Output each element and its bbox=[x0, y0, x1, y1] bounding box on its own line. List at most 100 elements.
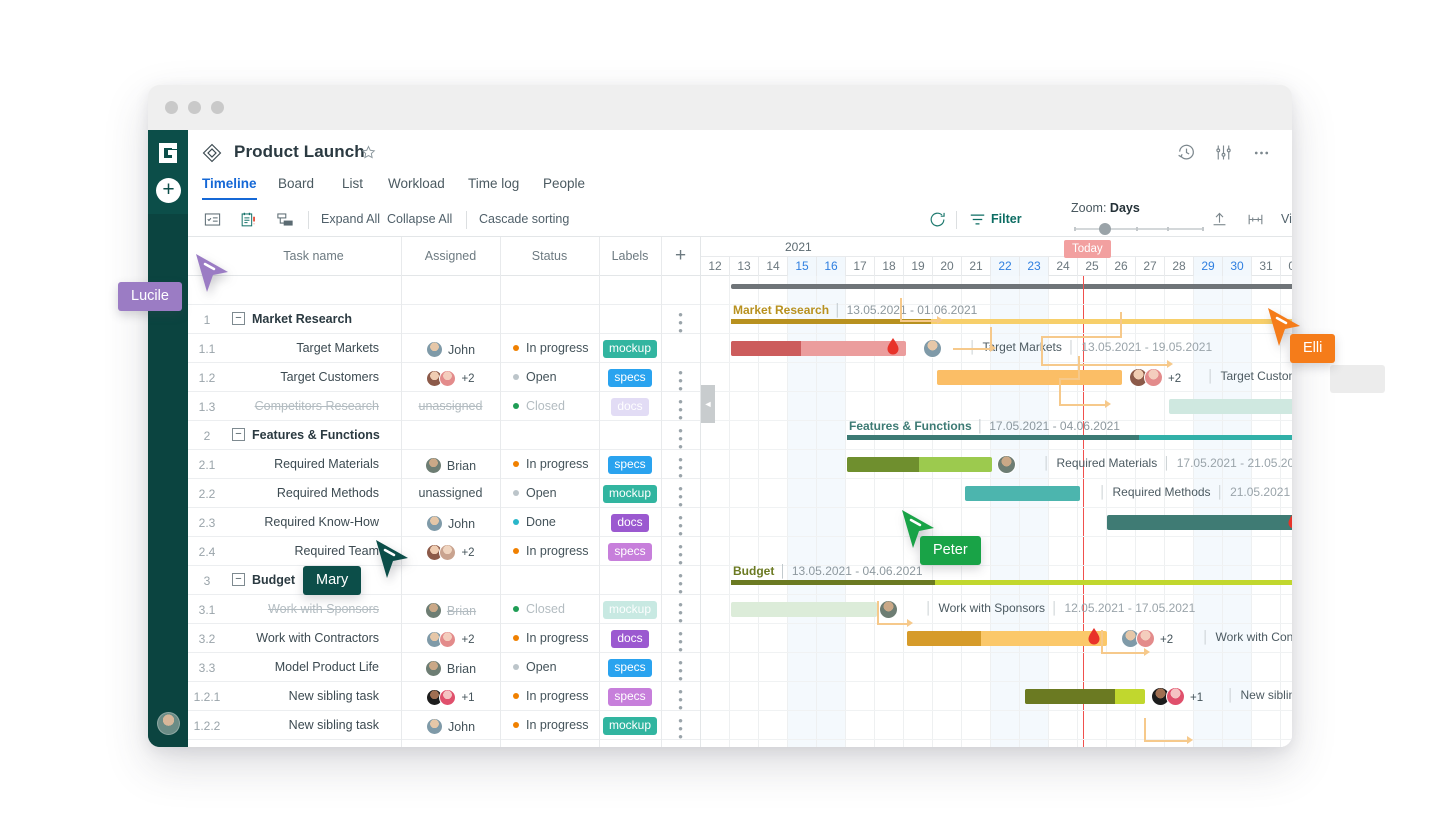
deadline-drop-icon[interactable] bbox=[886, 337, 900, 356]
gantt-bar[interactable] bbox=[1169, 399, 1292, 414]
timeline-avatar-group[interactable] bbox=[879, 600, 898, 620]
status-cell[interactable]: In progress bbox=[500, 341, 599, 355]
table-row[interactable]: 2.1Required MaterialsBrianIn progressspe… bbox=[188, 450, 700, 479]
kebab-menu-icon[interactable]: ••• bbox=[661, 688, 700, 712]
view-menu[interactable]: View ▾ bbox=[1281, 212, 1292, 226]
timeline-row[interactable] bbox=[701, 711, 1292, 740]
table-row[interactable]: 1.2Target Customers+2Openspecs••• bbox=[188, 363, 700, 392]
avatar-group[interactable] bbox=[426, 370, 456, 387]
labels-cell[interactable]: docs bbox=[599, 513, 661, 532]
subtask-icon[interactable] bbox=[274, 210, 296, 230]
status-cell[interactable]: Closed bbox=[500, 399, 599, 413]
avatar-group[interactable] bbox=[426, 689, 456, 706]
table-row[interactable]: 1.2.1New sibling task+1In progressspecs•… bbox=[188, 682, 700, 711]
refresh-icon[interactable] bbox=[928, 210, 950, 230]
kebab-menu-icon[interactable]: ••• bbox=[661, 514, 700, 538]
kebab-menu-icon[interactable]: ••• bbox=[661, 543, 700, 567]
kebab-menu-icon[interactable]: ••• bbox=[661, 601, 700, 625]
deadline-drop-icon[interactable] bbox=[1087, 627, 1101, 646]
avatar-group[interactable] bbox=[426, 718, 443, 735]
task-name-cell[interactable]: Target Markets bbox=[226, 341, 401, 355]
task-name-cell[interactable]: Required Materials bbox=[226, 457, 401, 471]
label-chip[interactable]: mockup bbox=[603, 485, 657, 503]
avatar[interactable] bbox=[439, 370, 456, 387]
window-maximize-dot[interactable] bbox=[211, 101, 224, 114]
avatar[interactable] bbox=[1144, 368, 1163, 387]
table-row[interactable]: 1.2.2New sibling taskJohnIn progressmock… bbox=[188, 711, 700, 740]
task-name-cell[interactable]: Features & Functions bbox=[226, 428, 401, 442]
labels-cell[interactable]: docs bbox=[599, 397, 661, 416]
gantt-bar[interactable] bbox=[907, 631, 1107, 646]
avatar[interactable] bbox=[439, 544, 456, 561]
avatar-group[interactable] bbox=[426, 341, 443, 358]
labels-cell[interactable]: docs bbox=[599, 629, 661, 648]
gantt-bar[interactable] bbox=[847, 457, 992, 472]
assigned-cell[interactable]: John bbox=[401, 341, 500, 358]
group-row[interactable]: 3−Budget••• bbox=[188, 566, 700, 595]
filter-icon[interactable] bbox=[968, 210, 990, 230]
kebab-menu-icon[interactable]: ••• bbox=[661, 398, 700, 422]
gantt-bar[interactable] bbox=[1025, 689, 1145, 704]
task-name-cell[interactable]: New sibling task bbox=[226, 689, 401, 703]
task-name-cell[interactable]: Competitors Research bbox=[226, 399, 401, 413]
history-icon[interactable] bbox=[1176, 142, 1197, 163]
assigned-cell[interactable]: unassigned bbox=[401, 486, 500, 500]
collapse-all-button[interactable]: Collapse All bbox=[387, 212, 452, 226]
kebab-menu-icon[interactable]: ••• bbox=[661, 717, 700, 741]
avatar-group[interactable] bbox=[425, 602, 442, 619]
status-cell[interactable]: In progress bbox=[500, 631, 599, 645]
timeline-row[interactable] bbox=[701, 392, 1292, 421]
avatar[interactable] bbox=[1136, 629, 1155, 648]
label-chip[interactable]: specs bbox=[608, 456, 651, 474]
status-cell[interactable]: In progress bbox=[500, 689, 599, 703]
status-cell[interactable]: Open bbox=[500, 660, 599, 674]
window-minimize-dot[interactable] bbox=[188, 101, 201, 114]
timeline-row[interactable]: │Target Markets│13.05.2021 - 19.05.2021 bbox=[701, 334, 1292, 363]
label-chip[interactable]: specs bbox=[608, 543, 651, 561]
label-chip[interactable]: specs bbox=[608, 369, 651, 387]
column-header-task-name[interactable]: Task name bbox=[226, 249, 401, 263]
status-cell[interactable]: In progress bbox=[500, 718, 599, 732]
label-chip[interactable]: specs bbox=[608, 659, 651, 677]
task-name-cell[interactable]: Market Research bbox=[226, 312, 401, 326]
kebab-menu-icon[interactable]: ••• bbox=[661, 630, 700, 654]
table-row[interactable]: 2.3Required Know-HowJohnDonedocs••• bbox=[188, 508, 700, 537]
cascade-sorting-button[interactable]: Cascade sorting bbox=[479, 212, 569, 226]
assigned-cell[interactable]: +2 bbox=[401, 544, 500, 561]
tab-list[interactable]: List bbox=[342, 176, 363, 198]
timeline-row[interactable]: +2│Target Customers bbox=[701, 363, 1292, 392]
avatar-group[interactable] bbox=[425, 660, 442, 677]
avatar[interactable] bbox=[426, 515, 443, 532]
label-chip[interactable]: mockup bbox=[603, 340, 657, 358]
gantt-bar[interactable] bbox=[731, 341, 906, 356]
timeline-avatar-group[interactable]: +1 bbox=[1151, 687, 1203, 707]
avatar[interactable] bbox=[425, 457, 442, 474]
timeline-row[interactable] bbox=[701, 276, 1292, 305]
table-row[interactable]: 2.4Required Team+2In progressspecs••• bbox=[188, 537, 700, 566]
sliders-icon[interactable] bbox=[1213, 142, 1234, 163]
add-button[interactable]: + bbox=[156, 178, 181, 203]
kebab-menu-icon[interactable]: ••• bbox=[661, 485, 700, 509]
status-cell[interactable]: In progress bbox=[500, 457, 599, 471]
task-name-cell[interactable]: Required Know-How bbox=[226, 515, 401, 529]
avatar[interactable] bbox=[425, 660, 442, 677]
avatar[interactable] bbox=[439, 631, 456, 648]
assigned-cell[interactable]: John bbox=[401, 718, 500, 735]
label-chip[interactable]: mockup bbox=[603, 717, 657, 735]
avatar[interactable] bbox=[426, 341, 443, 358]
avatar[interactable] bbox=[426, 718, 443, 735]
label-chip[interactable]: specs bbox=[608, 688, 651, 706]
table-row[interactable]: 1.1Target MarketsJohnIn progressmockup bbox=[188, 334, 700, 363]
timeline-row[interactable]: │Work with Sponsors│12.05.2021 - 17.05.2… bbox=[701, 595, 1292, 624]
avatar[interactable] bbox=[439, 689, 456, 706]
timeline-avatar-group[interactable] bbox=[997, 455, 1016, 475]
expand-all-button[interactable]: Expand All bbox=[321, 212, 380, 226]
avatar[interactable] bbox=[997, 455, 1016, 474]
avatar[interactable] bbox=[879, 600, 898, 619]
gantt-bar[interactable] bbox=[937, 370, 1122, 385]
timeline-row[interactable]: │Required Methods│21.05.2021 - 24.05 bbox=[701, 479, 1292, 508]
tab-people[interactable]: People bbox=[543, 176, 585, 198]
timeline-avatar-group[interactable] bbox=[923, 339, 942, 359]
status-cell[interactable]: Done bbox=[500, 515, 599, 529]
group-row[interactable]: 1−Market Research••• bbox=[188, 305, 700, 334]
